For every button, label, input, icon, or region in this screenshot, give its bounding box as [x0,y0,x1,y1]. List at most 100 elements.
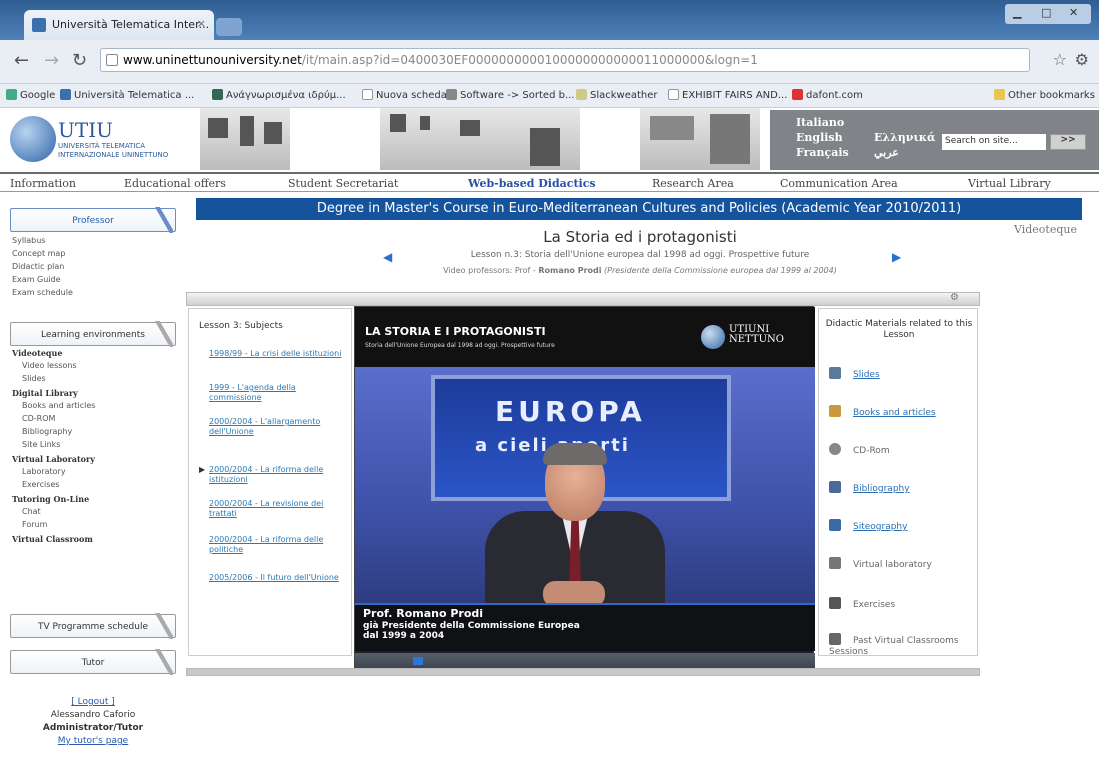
bookmark-item[interactable]: EXHIBIT FAIRS AND... [668,89,787,101]
sidebar-item-exam-guide[interactable]: Exam Guide [12,275,61,284]
bookmark-item[interactable]: Google [6,89,55,101]
lab-icon [829,557,841,569]
maximize-icon[interactable]: □ [1041,6,1051,19]
wrench-icon[interactable]: ⚙ [1075,50,1089,69]
subject-link[interactable]: 2000/2004 - L'allargamento dell'Unione [209,417,349,437]
nav-virtual-library[interactable]: Virtual Library [968,177,1051,190]
search-go-button[interactable]: >> [1050,134,1086,150]
sidebar-item-concept-map[interactable]: Concept map [12,249,65,258]
player-panel-bar: ⚙ [186,292,980,306]
bookmark-item[interactable]: Software -> Sorted b... [446,89,575,101]
tab-title: Università Telematica Inter... [52,18,210,31]
material-cdrom: CD-Rom [829,443,890,456]
subject-link[interactable]: 1999 - L'agenda della commissione [209,383,349,403]
screen-title: EUROPA [495,395,646,428]
nav-web-based-didactics[interactable]: Web-based Didactics [468,177,596,190]
bookmark-item[interactable]: Ανάγνωρισμένα ιδρύμ... [212,89,346,101]
forward-icon[interactable]: → [44,50,59,71]
books-icon [829,405,841,417]
material-siteography[interactable]: Siteography [829,519,907,532]
player-bottom-bar [186,668,980,676]
url-input[interactable]: www.uninettunouniversity.net/it/main.asp… [100,48,1030,72]
lang-greek[interactable]: Ελληνικά [874,131,935,145]
material-slides[interactable]: Slides [829,367,880,380]
site-search-input[interactable]: Search on site... [942,134,1046,150]
sidebar-item-cdrom[interactable]: CD-ROM [22,414,55,423]
lang-italiano[interactable]: Italiano [796,116,844,130]
reload-icon[interactable]: ↻ [72,50,87,71]
subject-link[interactable]: 1998/99 - La crisi delle istituzioni [209,349,349,359]
user-name: Alessandro Caforio [50,710,136,720]
lang-english[interactable]: English [796,131,843,145]
banner-image [380,108,580,170]
sidebar-heading-digital-library: Digital Library [12,388,78,398]
material-bibliography[interactable]: Bibliography [829,481,910,494]
browser-tab[interactable]: Università Telematica Inter... × [24,10,214,40]
url-path: /it/main.asp?id=0400030EF000000000010000… [301,53,758,67]
sidebar-item-exercises[interactable]: Exercises [22,480,59,489]
sidebar-item-syllabus[interactable]: Syllabus [12,236,45,245]
video-player[interactable]: LA STORIA E I PROTAGONISTI Storia dell'U… [354,306,815,670]
tutor-page-link[interactable]: My tutor's page [10,735,176,748]
subject-link[interactable]: 2000/2004 - La revisione dei trattati [209,499,349,519]
material-past-sessions: Past Virtual Classrooms Sessions [829,633,975,655]
sidebar-item-laboratory[interactable]: Laboratory [22,467,66,476]
video-logo-icon [701,325,725,349]
subjects-panel: Lesson 3: Subjects 1998/99 - La crisi de… [188,308,352,656]
nav-educational-offers[interactable]: Educational offers [124,177,226,190]
videoteque-label[interactable]: Videoteque [1014,223,1077,236]
sidebar-item-forum[interactable]: Forum [22,520,47,529]
bookmark-item[interactable]: Slackweather [576,89,658,101]
back-icon[interactable]: ← [14,50,29,71]
banner-image [640,108,760,170]
logout-link[interactable]: [ Logout ] [10,696,176,709]
bookmark-item[interactable]: dafont.com [792,89,863,101]
settings-icon[interactable]: ⚙ [950,292,959,303]
video-controls[interactable] [355,653,815,669]
lang-arabic[interactable]: عربي [874,146,899,160]
site-header: UTIU UNIVERSITÀ TELEMATICA INTERNAZIONAL… [0,108,1099,172]
sidebar: Professor Syllabus Concept map Didactic … [10,196,178,756]
bookmark-star-icon[interactable]: ☆ [1053,50,1067,69]
professor-box[interactable]: Professor [10,207,176,233]
browser-titlebar: Università Telematica Inter... × ▁ □ ✕ [0,0,1099,40]
logo-subtitle: UNIVERSITÀ TELEMATICA INTERNAZIONALE UNI… [58,142,169,159]
subject-link[interactable]: 2000/2004 - La riforma delle politiche [209,535,349,555]
sidebar-item-video-lessons[interactable]: Video lessons [22,361,77,370]
minimize-icon[interactable]: ▁ [1013,6,1021,19]
nav-information[interactable]: Information [10,177,76,190]
tv-schedule-box[interactable]: TV Programme schedule [10,613,176,639]
sidebar-item-didactic-plan[interactable]: Didactic plan [12,262,64,271]
tutor-box[interactable]: Tutor [10,649,176,675]
sidebar-item-chat[interactable]: Chat [22,507,41,516]
bookmarks-bar: Google Università Telematica ... Ανάγνωρ… [0,84,1099,108]
sidebar-item-exam-schedule[interactable]: Exam schedule [12,288,73,297]
globe-logo-icon[interactable] [10,116,56,162]
next-lesson-icon[interactable]: ▶ [892,250,901,264]
seek-handle[interactable] [413,657,423,665]
sidebar-item-slides[interactable]: Slides [22,374,46,383]
nav-communication-area[interactable]: Communication Area [780,177,898,190]
video-subtitle: Storia dell'Unione Europea dal 1998 ad o… [365,342,555,349]
subject-link[interactable]: 2000/2004 - La riforma delle istituzioni [209,465,349,485]
learning-environments-box[interactable]: Learning environments [10,321,176,347]
bookmark-item[interactable]: Nuova scheda [362,89,447,101]
close-window-icon[interactable]: ✕ [1069,6,1078,19]
sidebar-item-bibliography[interactable]: Bibliography [22,427,72,436]
bookmark-item[interactable]: Other bookmarks [994,89,1095,101]
new-tab-button[interactable] [216,18,242,36]
nav-research-area[interactable]: Research Area [652,177,734,190]
video-frame: EUROPA a cieli aperti [355,367,815,603]
tab-close-icon[interactable]: × [197,17,206,30]
material-books[interactable]: Books and articles [829,405,936,418]
sidebar-item-site-links[interactable]: Site Links [22,440,60,449]
sidebar-item-books[interactable]: Books and articles [22,401,95,410]
subject-link[interactable]: 2005/2006 - Il futuro dell'Unione [209,573,349,583]
lang-francais[interactable]: Français [796,146,849,160]
nav-student-secretariat[interactable]: Student Secretariat [288,177,398,190]
video-title: LA STORIA E I PROTAGONISTI [365,325,546,338]
logo-title[interactable]: UTIU [58,118,113,142]
course-title: Degree in Master's Course in Euro-Medite… [196,198,1082,220]
material-exercises: Exercises [829,597,895,610]
bookmark-item[interactable]: Università Telematica ... [60,89,194,101]
